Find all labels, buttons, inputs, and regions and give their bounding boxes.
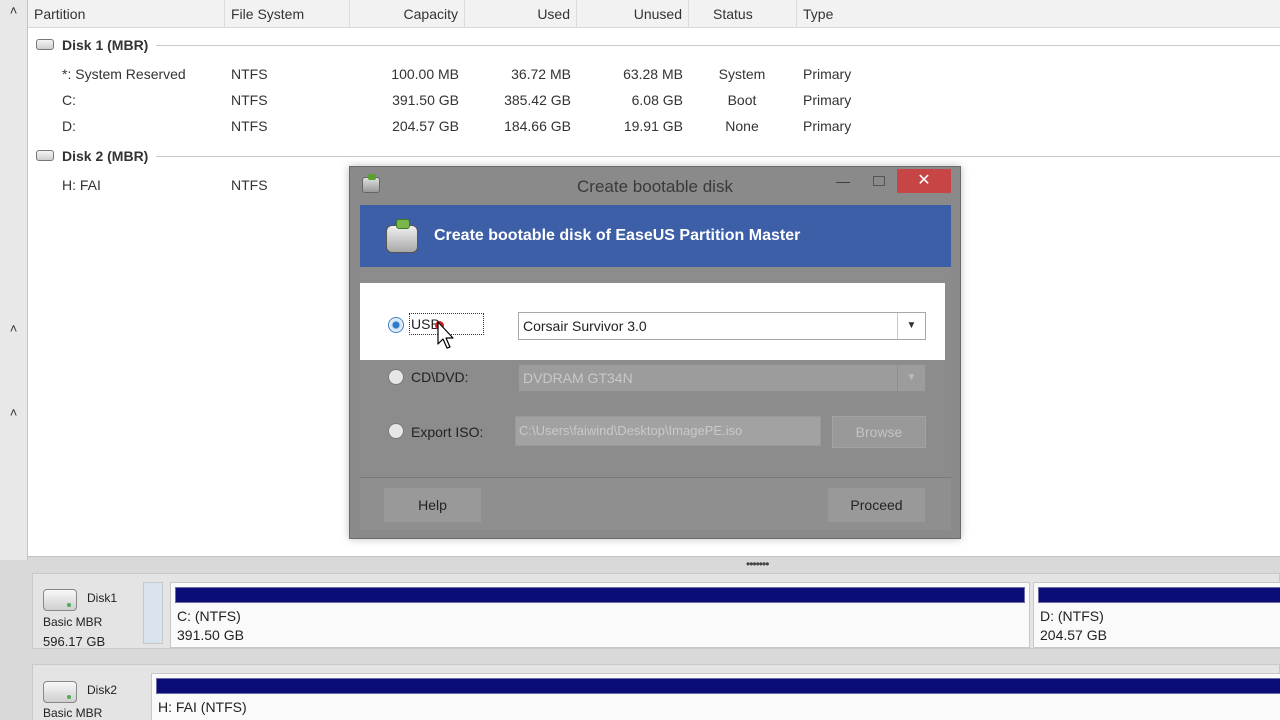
table-row[interactable]: D: NTFS 204.57 GB 184.66 GB 19.91 GB Non… xyxy=(28,113,1280,139)
cell-partition: D: xyxy=(62,118,76,134)
disk-icon xyxy=(36,150,54,161)
usb-device-value: Corsair Survivor 3.0 xyxy=(523,318,647,334)
cell-type: Primary xyxy=(803,66,852,82)
usb-radio[interactable] xyxy=(388,317,404,333)
cd-dvd-device-value: DVDRAM GT34N xyxy=(523,370,633,386)
column-file-system[interactable]: File System xyxy=(225,0,350,28)
partition-block-h[interactable]: H: FAI (NTFS) xyxy=(151,673,1280,720)
close-button[interactable]: ✕ xyxy=(897,169,951,193)
column-capacity[interactable]: Capacity xyxy=(350,0,465,28)
cell-type: Primary xyxy=(803,118,852,134)
disk-group-header: Disk 1 (MBR) xyxy=(28,33,1280,57)
cell-partition: H: FAI xyxy=(62,177,101,193)
tutorial-caption: Select "USB" xyxy=(78,308,335,355)
maximize-button[interactable] xyxy=(864,169,894,193)
mouse-cursor-icon xyxy=(437,321,454,349)
cell-file-system: NTFS xyxy=(231,177,268,193)
dialog-banner: Create bootable disk of EaseUS Partition… xyxy=(360,205,951,267)
cell-unused: 6.08 GB xyxy=(631,92,683,108)
cell-file-system: NTFS xyxy=(231,92,268,108)
browse-button[interactable]: Browse xyxy=(832,416,926,448)
partition-block-size: 204.57 GB xyxy=(1040,627,1107,643)
partition-block-name: H: FAI (NTFS) xyxy=(158,699,247,715)
reserved-partition-block[interactable] xyxy=(143,582,163,644)
table-header: Partition File System Capacity Used Unus… xyxy=(28,0,1280,28)
cell-used: 36.72 MB xyxy=(511,66,571,82)
disk-map-name: Disk1 xyxy=(87,591,118,605)
column-status[interactable]: Status xyxy=(689,0,797,28)
splitter-grip[interactable]: ••••••• xyxy=(746,557,769,571)
disk-group-label: Disk 1 (MBR) xyxy=(62,37,149,53)
cell-file-system: NTFS xyxy=(231,118,268,134)
dialog-footer: Help Proceed xyxy=(360,477,951,530)
left-toolbar-strip: ˄ ˄ ˄ xyxy=(0,0,28,560)
disk-map-row: Disk1 Basic MBR 596.17 GB C: (NTFS) 391.… xyxy=(32,573,1280,649)
disk-group-header: Disk 2 (MBR) xyxy=(28,144,1280,168)
usb-device-select[interactable]: Corsair Survivor 3.0 ▼ xyxy=(518,312,926,340)
partition-block-c[interactable]: C: (NTFS) 391.50 GB xyxy=(170,582,1030,648)
cell-partition: C: xyxy=(62,92,76,108)
partition-block-size: 391.50 GB xyxy=(177,627,244,643)
collapse-top-icon[interactable]: ˄ xyxy=(0,0,27,22)
minimize-button[interactable]: — xyxy=(828,169,858,193)
disk-map-name: Disk2 xyxy=(87,683,118,697)
bootable-disk-icon xyxy=(386,219,418,253)
divider xyxy=(156,45,1280,46)
partition-block-name: D: (NTFS) xyxy=(1040,608,1104,624)
cell-used: 385.42 GB xyxy=(504,92,571,108)
cell-partition: *: System Reserved xyxy=(62,66,186,82)
table-row[interactable]: C: NTFS 391.50 GB 385.42 GB 6.08 GB Boot… xyxy=(28,87,1280,113)
disk-group-label: Disk 2 (MBR) xyxy=(62,148,149,164)
cell-type: Primary xyxy=(803,92,852,108)
disk-icon xyxy=(36,39,54,50)
proceed-button[interactable]: Proceed xyxy=(828,488,925,522)
cd-dvd-label[interactable]: CD\DVD: xyxy=(411,369,469,385)
cell-capacity: 391.50 GB xyxy=(392,92,459,108)
cd-dvd-device-select[interactable]: DVDRAM GT34N ▼ xyxy=(518,364,926,392)
divider xyxy=(156,156,1280,157)
table-row[interactable]: *: System Reserved NTFS 100.00 MB 36.72 … xyxy=(28,61,1280,87)
cell-capacity: 204.57 GB xyxy=(392,118,459,134)
export-iso-radio[interactable] xyxy=(388,423,404,439)
column-partition[interactable]: Partition xyxy=(28,0,225,28)
partition-usage-bar xyxy=(156,678,1280,694)
collapse-middle-icon[interactable]: ˄ xyxy=(0,318,27,340)
disk-icon xyxy=(43,589,77,611)
iso-path-input[interactable]: C:\Users\faiwind\Desktop\ImagePE.iso xyxy=(515,416,821,446)
help-button[interactable]: Help xyxy=(384,488,481,522)
chevron-down-icon[interactable]: ▼ xyxy=(897,313,925,339)
partition-usage-bar xyxy=(175,587,1025,603)
cell-status: Boot xyxy=(727,92,757,108)
cell-file-system: NTFS xyxy=(231,66,268,82)
dialog-titlebar[interactable]: Create bootable disk — ✕ xyxy=(350,167,960,205)
cell-used: 184.66 GB xyxy=(504,118,571,134)
cell-capacity: 100.00 MB xyxy=(391,66,459,82)
disk-map-size: 596.17 GB xyxy=(43,634,106,649)
column-unused[interactable]: Unused xyxy=(577,0,689,28)
chevron-down-icon[interactable]: ▼ xyxy=(897,365,925,391)
create-bootable-disk-dialog: Create bootable disk — ✕ Create bootable… xyxy=(349,166,961,539)
cell-status: System xyxy=(718,66,766,82)
maximize-icon xyxy=(873,176,885,186)
cell-unused: 19.91 GB xyxy=(623,118,683,134)
cell-unused: 63.28 MB xyxy=(623,66,683,82)
collapse-bottom-icon[interactable]: ˄ xyxy=(0,402,27,424)
column-used[interactable]: Used xyxy=(465,0,577,28)
disk-map-type: Basic MBR xyxy=(43,706,103,720)
column-type[interactable]: Type xyxy=(797,0,1280,28)
cd-dvd-radio[interactable] xyxy=(388,369,404,385)
disk-map-row: Disk2 Basic MBR H: FAI (NTFS) xyxy=(32,664,1280,720)
disk-map-type: Basic MBR xyxy=(43,615,103,629)
banner-title: Create bootable disk of EaseUS Partition… xyxy=(434,227,801,244)
partition-usage-bar xyxy=(1038,587,1280,603)
export-iso-label[interactable]: Export ISO: xyxy=(411,424,483,440)
disk-icon xyxy=(43,681,77,703)
partition-block-d[interactable]: D: (NTFS) 204.57 GB xyxy=(1033,582,1280,648)
cell-status: None xyxy=(725,118,759,134)
partition-block-name: C: (NTFS) xyxy=(177,608,241,624)
